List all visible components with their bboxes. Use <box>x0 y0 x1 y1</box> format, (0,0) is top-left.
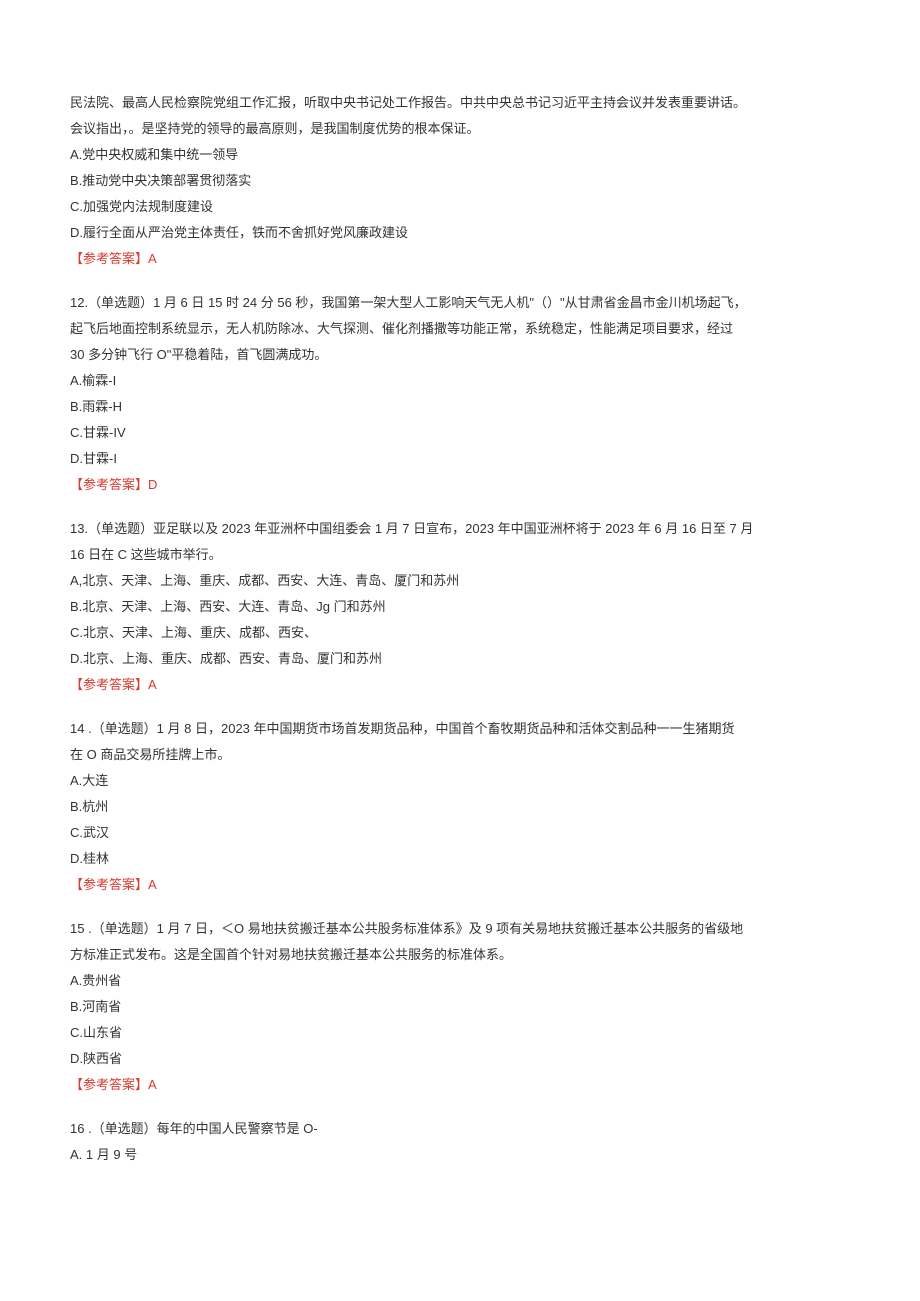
answer-line: 【参考答案】A <box>70 672 850 698</box>
option-a: A,北京、天津、上海、重庆、成都、西安、大连、青岛、厦门和苏州 <box>70 568 850 594</box>
answer-label: 【参考答案】 <box>70 877 148 892</box>
option-a: A.贵州省 <box>70 968 850 994</box>
stem-line: 16 .（单选题）每年的中国人民警察节是 O- <box>70 1116 850 1142</box>
answer-label: 【参考答案】 <box>70 677 148 692</box>
option-b: B.河南省 <box>70 994 850 1020</box>
stem-line: 民法院、最高人民检察院党组工作汇报，听取中央书记处工作报告。中共中央总书记习近平… <box>70 90 850 116</box>
option-a: A.党中央权威和集中统一领导 <box>70 142 850 168</box>
stem-line: 会议指出，。是坚持党的领导的最高原则，是我国制度优势的根本保证。 <box>70 116 850 142</box>
answer-line: 【参考答案】A <box>70 872 850 898</box>
option-a: A.大连 <box>70 768 850 794</box>
stem-line: 方标准正式发布。这是全国首个针对易地扶贫搬迁基本公共服务的标准体系。 <box>70 942 850 968</box>
option-b: B.雨霖-H <box>70 394 850 420</box>
option-c: C.北京、天津、上海、重庆、成都、西安、 <box>70 620 850 646</box>
question-15: 15 .（单选题）1 月 7 日，＜O 易地扶贫搬迁基本公共股务标准体系》及 9… <box>70 916 850 1098</box>
question-continuation: 民法院、最高人民检察院党组工作汇报，听取中央书记处工作报告。中共中央总书记习近平… <box>70 90 850 272</box>
stem-line: 起飞后地面控制系统显示，无人机防除冰、大气探测、催化剂播撒等功能正常，系统稳定，… <box>70 316 850 342</box>
option-b: B.推动党中央决策部署贯彻落实 <box>70 168 850 194</box>
option-a: A. 1 月 9 号 <box>70 1142 850 1168</box>
option-c: C.山东省 <box>70 1020 850 1046</box>
question-12: 12.（单选题）1 月 6 日 15 时 24 分 56 秒，我国第一架大型人工… <box>70 290 850 498</box>
option-d: D.北京、上海、重庆、成都、西安、青岛、厦门和苏州 <box>70 646 850 672</box>
answer-label: 【参考答案】 <box>70 251 148 266</box>
stem-line: 14 .（单选题）1 月 8 日，2023 年中国期货市场首发期货品种，中国首个… <box>70 716 850 742</box>
option-c: C.武汉 <box>70 820 850 846</box>
option-b: B.北京、天津、上海、西安、大连、青岛、Jg 门和苏州 <box>70 594 850 620</box>
option-c: C.加强党内法规制度建设 <box>70 194 850 220</box>
answer-line: 【参考答案】A <box>70 246 850 272</box>
option-a: A.榆霖-I <box>70 368 850 394</box>
answer-value: A <box>148 251 157 266</box>
answer-line: 【参考答案】A <box>70 1072 850 1098</box>
answer-value: A <box>148 1077 157 1092</box>
answer-value: A <box>148 877 157 892</box>
question-16: 16 .（单选题）每年的中国人民警察节是 O- A. 1 月 9 号 <box>70 1116 850 1168</box>
stem-line: 15 .（单选题）1 月 7 日，＜O 易地扶贫搬迁基本公共股务标准体系》及 9… <box>70 916 850 942</box>
question-13: 13.（单选题）亚足联以及 2023 年亚洲杯中国组委会 1 月 7 日宣布，2… <box>70 516 850 698</box>
stem-line: 13.（单选题）亚足联以及 2023 年亚洲杯中国组委会 1 月 7 日宣布，2… <box>70 516 850 542</box>
answer-line: 【参考答案】D <box>70 472 850 498</box>
option-c: C.甘霖-IV <box>70 420 850 446</box>
answer-label: 【参考答案】 <box>70 477 148 492</box>
answer-value: A <box>148 677 157 692</box>
stem-line: 在 O 商品交易所挂牌上市。 <box>70 742 850 768</box>
stem-line: 30 多分钟飞行 O"平稳着陆，首飞圆满成功。 <box>70 342 850 368</box>
answer-label: 【参考答案】 <box>70 1077 148 1092</box>
option-d: D.甘霖-I <box>70 446 850 472</box>
option-d: D.桂林 <box>70 846 850 872</box>
option-b: B.杭州 <box>70 794 850 820</box>
stem-line: 12.（单选题）1 月 6 日 15 时 24 分 56 秒，我国第一架大型人工… <box>70 290 850 316</box>
option-d: D.履行全面从严治党主体责任，铁而不舍抓好党风廉政建设 <box>70 220 850 246</box>
answer-value: D <box>148 477 157 492</box>
option-d: D.陕西省 <box>70 1046 850 1072</box>
stem-line: 16 日在 C 这些城市举行。 <box>70 542 850 568</box>
question-14: 14 .（单选题）1 月 8 日，2023 年中国期货市场首发期货品种，中国首个… <box>70 716 850 898</box>
